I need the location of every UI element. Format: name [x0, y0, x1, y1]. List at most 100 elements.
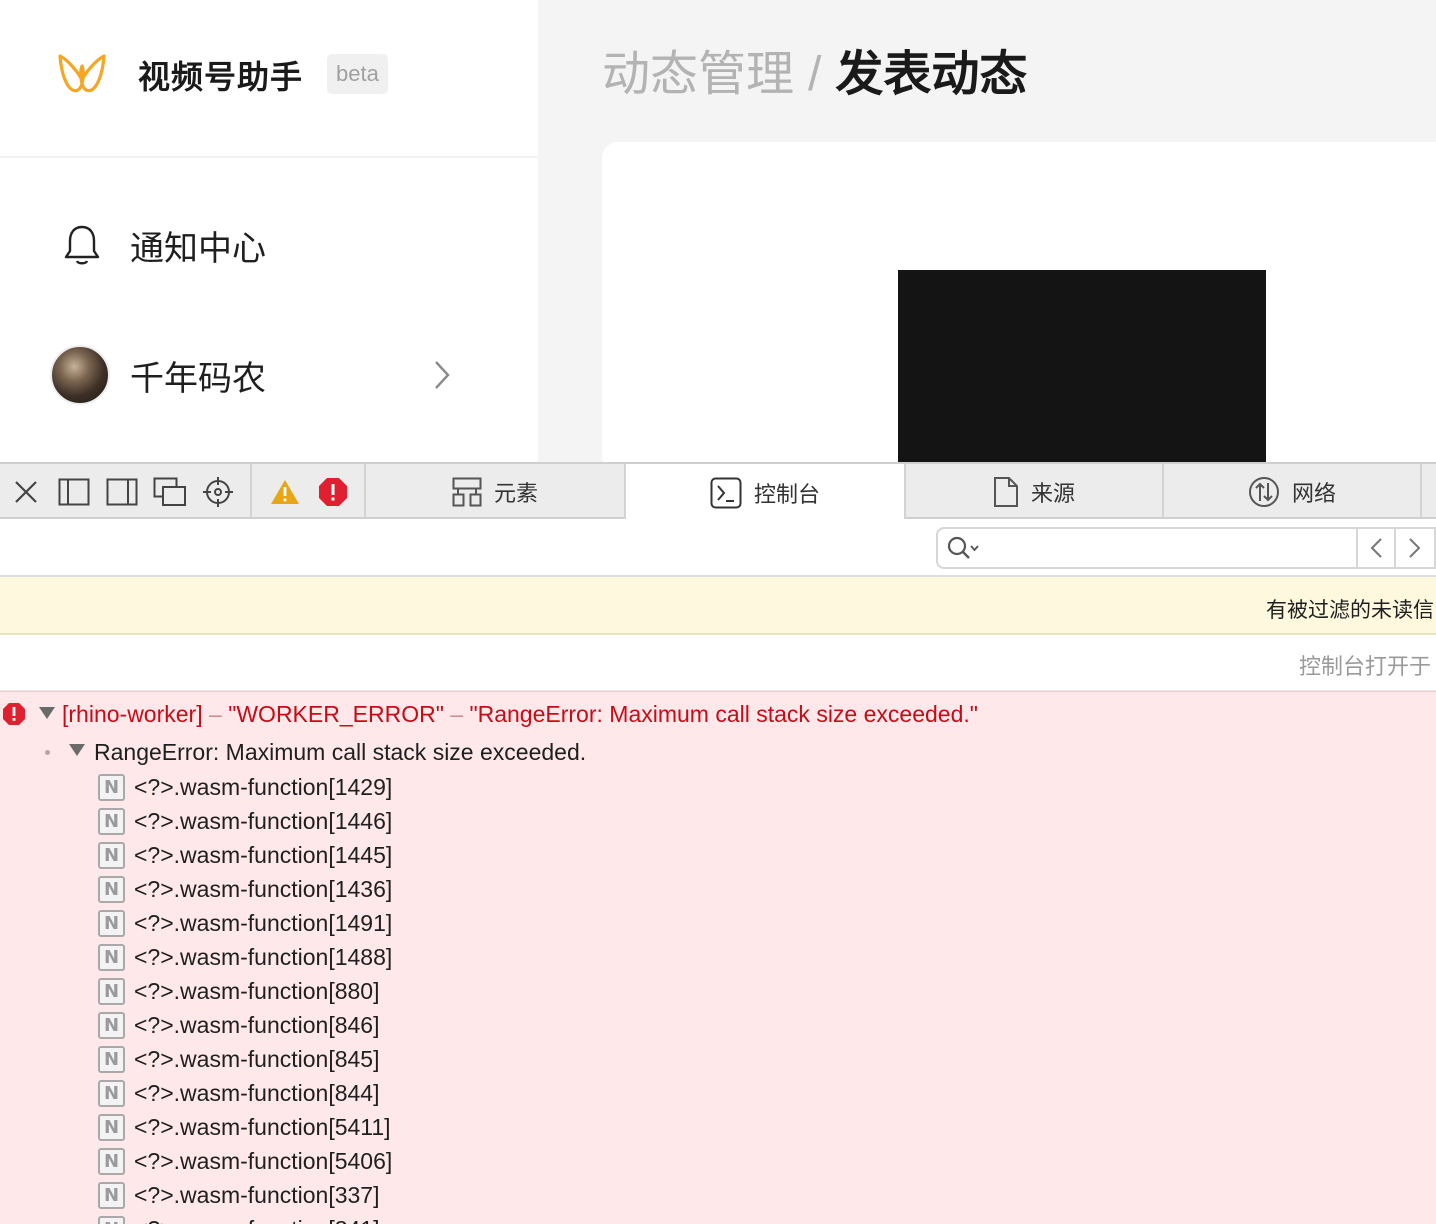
- detach-window-button[interactable]: [152, 474, 188, 510]
- stack-frame-function: <?>.wasm-function[5406]: [134, 1147, 393, 1174]
- stack-frame[interactable]: N <?>.wasm-function[5411]: [98, 1110, 392, 1144]
- dock-left-button[interactable]: [56, 474, 92, 510]
- native-code-icon: N: [98, 1215, 125, 1224]
- app-title: 视频号助手: [138, 59, 304, 95]
- main-content: 动态管理 / 发表动态: [538, 0, 1436, 472]
- console-icon: [710, 477, 742, 508]
- stack-frame[interactable]: N <?>.wasm-function[5406]: [98, 1144, 392, 1178]
- console-opened-row: 控制台打开于: [0, 635, 1436, 691]
- bullet-dot: [45, 750, 50, 755]
- close-inspector-button[interactable]: [8, 474, 44, 510]
- stack-frame[interactable]: N <?>.wasm-function[1445]: [98, 838, 392, 872]
- native-code-icon: N: [98, 1181, 125, 1209]
- stack-frame-function: <?>.wasm-function[1491]: [134, 909, 393, 936]
- tab-console[interactable]: 控制台: [626, 464, 904, 521]
- chevron-left-icon: [1370, 538, 1382, 558]
- tab-network[interactable]: 网络: [1164, 464, 1420, 519]
- native-code-icon: N: [98, 943, 125, 971]
- errors-button[interactable]: [315, 474, 351, 510]
- stack-frame[interactable]: N <?>.wasm-function[1488]: [98, 940, 392, 974]
- tab-label: 网络: [1291, 480, 1336, 506]
- dock-right-button[interactable]: [104, 474, 140, 510]
- elements-icon: [452, 477, 482, 506]
- native-code-icon: N: [98, 841, 125, 869]
- beta-badge: beta: [327, 54, 388, 94]
- stack-frame-function: <?>.wasm-function[1436]: [134, 875, 393, 902]
- next-match-button[interactable]: [1396, 527, 1436, 569]
- disclosure-triangle-icon[interactable]: [38, 706, 56, 720]
- network-icon: [1248, 476, 1279, 507]
- chevron-right-icon: [435, 361, 450, 389]
- bell-icon: [48, 210, 116, 280]
- stack-frame[interactable]: N <?>.wasm-function[846]: [98, 1008, 392, 1042]
- separator-dash: –: [450, 701, 464, 727]
- document-icon: [993, 476, 1018, 507]
- stack-frame-function: <?>.wasm-function[1445]: [134, 841, 393, 868]
- stack-frame[interactable]: N <?>.wasm-function[1429]: [98, 770, 392, 804]
- detach-window-icon: [153, 477, 186, 506]
- breadcrumb-parent[interactable]: 动态管理: [602, 48, 794, 101]
- search-input[interactable]: [990, 533, 1340, 563]
- sidebar-item-notifications[interactable]: 通知中心: [48, 210, 498, 280]
- error-code: "WORKER_ERROR": [228, 701, 444, 727]
- native-code-icon: N: [98, 1113, 125, 1141]
- error-icon: [3, 703, 25, 725]
- tab-label: 来源: [1030, 480, 1075, 506]
- stack-frame[interactable]: N <?>.wasm-function[880]: [98, 974, 392, 1008]
- stack-frame[interactable]: N <?>.wasm-function[844]: [98, 1076, 392, 1110]
- native-code-icon: N: [98, 977, 125, 1005]
- console-search: [936, 527, 1356, 569]
- stack-frame[interactable]: N <?>.wasm-function[337]: [98, 1178, 392, 1212]
- stack-frame[interactable]: N <?>.wasm-function[341]: [98, 1212, 392, 1224]
- app-window: 视频号助手 beta 通知中心 千年码农 动态管理 / 发表动态: [0, 0, 1436, 472]
- stack-frame[interactable]: N <?>.wasm-function[1446]: [98, 804, 392, 838]
- error-message-quoted: "RangeError: Maximum call stack size exc…: [469, 701, 978, 727]
- stack-frame-function: <?>.wasm-function[337]: [134, 1181, 380, 1208]
- video-preview[interactable]: [898, 270, 1266, 470]
- sidebar: 视频号助手 beta 通知中心 千年码农: [0, 0, 538, 462]
- channels-logo-icon: [58, 54, 106, 93]
- separator-dash: –: [209, 701, 222, 727]
- stack-frame-function: <?>.wasm-function[1446]: [134, 807, 393, 834]
- previous-match-button[interactable]: [1356, 527, 1396, 569]
- stack-frame[interactable]: N <?>.wasm-function[1491]: [98, 906, 392, 940]
- sidebar-item-label: 千年码农: [130, 359, 266, 398]
- error-object-message[interactable]: RangeError: Maximum call stack size exce…: [94, 739, 586, 766]
- native-code-icon: N: [98, 1147, 125, 1175]
- chevron-right-icon: [1409, 538, 1421, 558]
- console-error-message: [rhino-worker] – "WORKER_ERROR" – "Range…: [0, 691, 1436, 1224]
- native-code-icon: N: [98, 875, 125, 903]
- crosshair-icon: [203, 477, 233, 507]
- inspector-tab-bar: 元素 控制台 来源 网络: [0, 462, 1436, 521]
- dock-right-icon: [106, 478, 138, 506]
- filtered-unread-text: 有被过滤的未读信: [1266, 599, 1434, 622]
- stack-trace: N <?>.wasm-function[1429] N <?>.wasm-functi…: [98, 770, 392, 1224]
- stack-frame-function: <?>.wasm-function[5411]: [134, 1113, 391, 1140]
- warnings-button[interactable]: [267, 474, 303, 510]
- error-headline[interactable]: [rhino-worker] – "WORKER_ERROR" – "Range…: [62, 701, 978, 728]
- native-code-icon: N: [98, 909, 125, 937]
- disclosure-triangle-icon[interactable]: [68, 743, 86, 757]
- native-code-icon: N: [98, 1011, 125, 1039]
- warning-icon: [271, 480, 299, 504]
- toolbar-divider: [250, 464, 252, 519]
- close-icon: [15, 481, 37, 503]
- search-icon[interactable]: [946, 535, 982, 563]
- web-inspector: 元素 控制台 来源 网络 有被过滤的未读信 控制台打开于 [rhino-work…: [0, 462, 1436, 1224]
- page-title: 发表动态: [835, 48, 1028, 101]
- native-code-icon: N: [98, 773, 125, 801]
- stack-frame-function: <?>.wasm-function[845]: [134, 1045, 380, 1072]
- stack-frame[interactable]: N <?>.wasm-function[845]: [98, 1042, 392, 1076]
- tab-sources[interactable]: 来源: [906, 464, 1162, 519]
- stack-frame-function: <?>.wasm-function[1429]: [134, 773, 393, 800]
- sidebar-item-account[interactable]: 千年码农: [48, 340, 498, 410]
- stack-frame[interactable]: N <?>.wasm-function[1436]: [98, 872, 392, 906]
- element-picker-button[interactable]: [200, 474, 236, 510]
- tab-elements[interactable]: 元素: [366, 464, 624, 519]
- error-source: [rhino-worker]: [62, 701, 203, 727]
- native-code-icon: N: [98, 1079, 125, 1107]
- breadcrumb-separator: /: [808, 48, 822, 101]
- console-filter-bar: [0, 519, 1436, 577]
- stack-frame-function: <?>.wasm-function[880]: [134, 977, 380, 1004]
- filtered-unread-banner[interactable]: 有被过滤的未读信: [0, 577, 1436, 635]
